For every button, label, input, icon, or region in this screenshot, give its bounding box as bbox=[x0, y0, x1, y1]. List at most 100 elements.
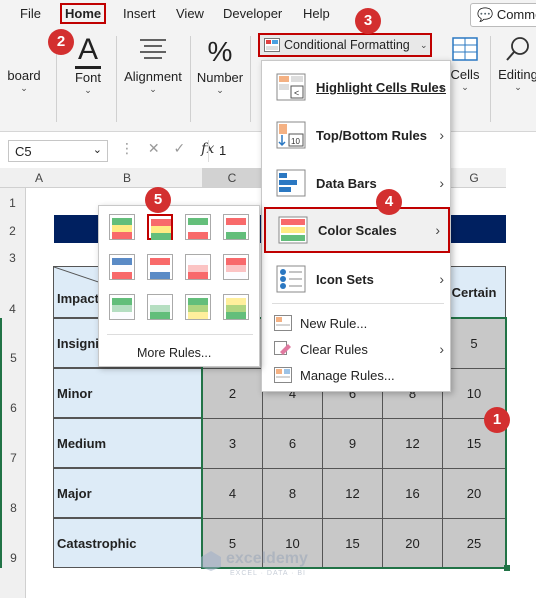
step-badge-4: 4 bbox=[376, 189, 402, 215]
color-scale-red-white[interactable] bbox=[223, 254, 249, 280]
menu-item-manage-rules[interactable]: Manage Rules... bbox=[262, 363, 452, 387]
color-scales-submenu: More Rules... bbox=[98, 205, 260, 367]
value-cell[interactable]: 3 bbox=[202, 418, 263, 469]
value-cell[interactable]: 12 bbox=[382, 418, 443, 469]
row-header-6[interactable]: 6 bbox=[0, 368, 26, 418]
number-group[interactable]: % Number ⌄ bbox=[194, 34, 246, 96]
value-cell[interactable]: 16 bbox=[382, 468, 443, 519]
row-header-7[interactable]: 7 bbox=[0, 418, 26, 468]
color-scale-green-white-red[interactable] bbox=[185, 214, 211, 240]
enter-icon[interactable]: ✓ bbox=[174, 140, 186, 156]
row-header-3[interactable]: 3 bbox=[0, 244, 26, 266]
chevron-right-icon: › bbox=[439, 127, 444, 143]
color-scale-green-white[interactable] bbox=[109, 294, 135, 320]
color-scale-yellow-green[interactable] bbox=[223, 294, 249, 320]
color-scale-red-white-blue[interactable] bbox=[147, 254, 173, 280]
cells-group[interactable]: Cells ⌄ bbox=[448, 34, 482, 93]
chevron-right-icon: › bbox=[435, 222, 440, 238]
manage-rules-icon bbox=[274, 367, 292, 383]
top-bottom-icon: 10 bbox=[276, 121, 306, 149]
clipboard-group[interactable]: board ⌄ bbox=[0, 68, 52, 94]
row-label-catastrophic[interactable]: Catastrophic bbox=[53, 518, 203, 568]
row-header-9[interactable]: 9 bbox=[0, 518, 26, 568]
step-badge-1: 1 bbox=[484, 407, 510, 433]
color-scale-white-green[interactable] bbox=[147, 294, 173, 320]
data-bars-icon bbox=[276, 169, 306, 197]
color-scale-red-white-green[interactable] bbox=[223, 214, 249, 240]
col-header-a[interactable]: A bbox=[26, 168, 52, 188]
row-label-medium[interactable]: Medium bbox=[53, 418, 203, 468]
fill-handle[interactable] bbox=[504, 565, 510, 571]
chevron-down-icon: ⌄ bbox=[92, 144, 102, 156]
formula-input[interactable]: 1 bbox=[208, 140, 268, 162]
select-all-corner[interactable] bbox=[0, 168, 26, 188]
more-rules-link[interactable]: More Rules... bbox=[137, 346, 211, 360]
exceldemy-watermark: exceldemy EXCEL · DATA · BI bbox=[200, 548, 350, 582]
tab-view[interactable]: View bbox=[176, 6, 204, 21]
tab-file[interactable]: File bbox=[20, 6, 41, 21]
menu-item-icon-sets[interactable]: Icon Sets › bbox=[262, 263, 452, 295]
tab-home[interactable]: Home bbox=[60, 3, 107, 24]
menu-item-data-bars[interactable]: Data Bars › bbox=[262, 167, 452, 199]
row-header-2[interactable]: 2 bbox=[0, 214, 26, 244]
value-cell[interactable]: 20 bbox=[382, 518, 443, 568]
color-scales-icon bbox=[278, 216, 308, 244]
chevron-right-icon: › bbox=[439, 271, 444, 287]
cells-icon bbox=[452, 37, 478, 61]
value-cell[interactable]: 9 bbox=[322, 418, 383, 469]
chevron-right-icon: › bbox=[439, 341, 444, 357]
row-header-4[interactable]: 4 bbox=[0, 266, 26, 318]
comments-button[interactable]: 💬 Comments bbox=[470, 3, 536, 27]
icon-sets-icon bbox=[276, 265, 306, 293]
search-icon bbox=[506, 37, 529, 61]
value-cell[interactable]: 12 bbox=[322, 468, 383, 519]
color-scale-green-yellow[interactable] bbox=[185, 294, 211, 320]
row-label-major[interactable]: Major bbox=[53, 468, 203, 518]
color-scale-green-yellow-red[interactable] bbox=[109, 214, 135, 240]
submenu-divider bbox=[107, 334, 253, 335]
tab-developer[interactable]: Developer bbox=[223, 6, 282, 21]
menu-item-clear-rules[interactable]: Clear Rules › bbox=[262, 337, 452, 361]
color-scale-white-red[interactable] bbox=[185, 254, 211, 280]
conditional-formatting-menu: < Highlight Cells Rules › 10 Top/Bottom … bbox=[261, 60, 451, 392]
col-header-c[interactable]: C bbox=[202, 168, 262, 188]
step-badge-5: 5 bbox=[145, 187, 171, 213]
conditional-formatting-button[interactable]: Conditional Formatting ⌄ bbox=[258, 33, 432, 57]
chevron-right-icon: › bbox=[439, 175, 444, 191]
value-cell[interactable]: 8 bbox=[262, 468, 323, 519]
color-scale-red-yellow-green[interactable] bbox=[147, 214, 173, 240]
color-scale-blue-white-red[interactable] bbox=[109, 254, 135, 280]
menu-item-color-scales[interactable]: Color Scales › bbox=[264, 207, 450, 253]
col-header-b[interactable]: B bbox=[52, 168, 202, 188]
row-label-minor[interactable]: Minor bbox=[53, 368, 203, 418]
chevron-right-icon: › bbox=[439, 79, 444, 95]
options-icon: ⋮ bbox=[120, 140, 134, 156]
value-cell[interactable]: 2 bbox=[202, 368, 263, 419]
tab-help[interactable]: Help bbox=[303, 6, 330, 21]
menu-item-top-bottom-rules[interactable]: 10 Top/Bottom Rules › bbox=[262, 119, 452, 151]
ribbon-tab-bar: File Home Insert View Developer Help 💬 C… bbox=[0, 0, 536, 30]
name-box[interactable]: C5 ⌄ bbox=[8, 140, 108, 162]
value-cell[interactable]: 20 bbox=[442, 468, 506, 519]
step-badge-2: 2 bbox=[48, 29, 74, 55]
alignment-icon bbox=[140, 39, 166, 59]
value-cell[interactable]: 4 bbox=[202, 468, 263, 519]
menu-item-highlight-cells-rules[interactable]: < Highlight Cells Rules › bbox=[262, 71, 452, 103]
new-rule-icon bbox=[274, 315, 292, 331]
svg-text:10: 10 bbox=[291, 137, 300, 146]
cancel-icon[interactable]: ✕ bbox=[148, 140, 160, 156]
highlight-cells-icon: < bbox=[276, 73, 306, 101]
value-cell[interactable]: 25 bbox=[442, 518, 506, 568]
row-header-5[interactable]: 5 bbox=[0, 318, 26, 368]
menu-item-new-rule[interactable]: New Rule... bbox=[262, 311, 452, 335]
alignment-group[interactable]: Alignment ⌄ bbox=[122, 34, 184, 95]
value-cell[interactable]: 6 bbox=[262, 418, 323, 469]
editing-group[interactable]: Editing ⌄ bbox=[496, 34, 536, 93]
row-header-8[interactable]: 8 bbox=[0, 468, 26, 518]
comment-icon: 💬 bbox=[477, 7, 494, 22]
exceldemy-logo-icon bbox=[201, 551, 221, 571]
tab-insert[interactable]: Insert bbox=[123, 6, 156, 21]
menu-divider bbox=[272, 303, 444, 304]
row-header-1[interactable]: 1 bbox=[0, 188, 26, 214]
conditional-formatting-icon bbox=[264, 38, 280, 52]
